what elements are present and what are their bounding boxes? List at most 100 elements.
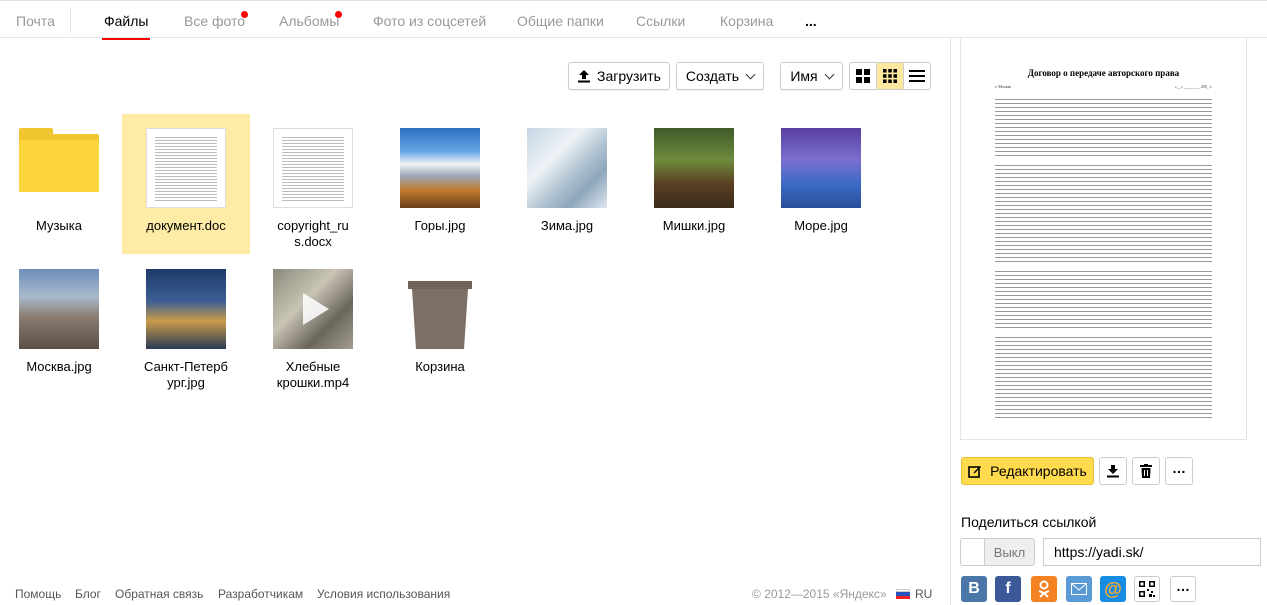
nav-shared-folders-label: Общие папки	[517, 13, 604, 29]
folder-icon	[19, 114, 99, 194]
new-badge-dot	[241, 11, 248, 18]
nav-files-label: Файлы	[104, 13, 149, 29]
preview-text-block	[995, 96, 1212, 156]
edit-icon	[968, 466, 982, 478]
view-list-button[interactable]	[904, 63, 930, 89]
chevron-down-icon	[824, 69, 835, 79]
preview-date-line: «__» ________ 200_ г.	[1174, 84, 1212, 89]
nav-more-label: ...	[805, 13, 817, 29]
nav-social-photos-label: Фото из соцсетей	[373, 13, 487, 29]
play-icon	[303, 293, 329, 325]
file-name: Хлебные крошки.mp4	[276, 359, 350, 390]
file-item-mountains[interactable]: Горы.jpg	[376, 114, 504, 254]
file-name: Море.jpg	[794, 218, 848, 233]
file-item-saint-petersburg[interactable]: Санкт-Петерб ург.jpg	[122, 255, 250, 395]
image-thumbnail	[654, 128, 734, 208]
language-switcher[interactable]: RU	[915, 587, 932, 601]
view-small-tiles-button[interactable]	[877, 63, 904, 89]
nav-trash-label: Корзина	[720, 13, 774, 29]
footer-help-link[interactable]: Помощь	[15, 587, 61, 601]
copyright: © 2012—2015 «Яндекс»	[752, 587, 887, 601]
nav-all-photos[interactable]: Все фото	[184, 11, 248, 29]
file-item-moscow[interactable]: Москва.jpg	[0, 255, 123, 395]
file-name: Мишки.jpg	[662, 218, 726, 233]
file-item-breadcrumbs-video[interactable]: Хлебные крошки.mp4	[249, 255, 377, 395]
small-grid-icon	[883, 69, 897, 83]
preview-doc-title: Договор о передаче авторского права	[1027, 68, 1180, 78]
nav-trash[interactable]: Корзина	[720, 13, 773, 29]
nav-files[interactable]: Файлы	[101, 13, 151, 40]
image-thumbnail	[19, 269, 99, 349]
trash-bin-icon	[400, 269, 480, 349]
more-share-options-button[interactable]: …	[1170, 576, 1196, 602]
footer-developers-link[interactable]: Разработчикам	[218, 587, 303, 601]
qr-icon[interactable]	[1134, 576, 1160, 602]
footer-feedback-link[interactable]: Обратная связь	[115, 587, 203, 601]
footer-blog-link[interactable]: Блог	[75, 587, 101, 601]
new-badge-dot	[335, 11, 342, 18]
file-name: Музыка	[36, 218, 82, 233]
file-name: Зима.jpg	[540, 218, 594, 233]
file-name: Корзина	[415, 359, 465, 374]
top-nav: Почта Файлы Все фото Альбомы Фото из соц…	[0, 0, 1267, 40]
doc-thumbnail	[146, 128, 226, 208]
nav-mail[interactable]: Почта	[16, 13, 55, 29]
edit-button[interactable]: Редактировать	[961, 457, 1094, 485]
nav-shared-folders[interactable]: Общие папки	[517, 13, 604, 29]
file-name: Горы.jpg	[414, 218, 466, 233]
file-item-winter[interactable]: Зима.jpg	[503, 114, 631, 254]
nav-albums[interactable]: Альбомы	[279, 11, 342, 29]
create-button[interactable]: Создать	[676, 62, 764, 90]
toggle-knob	[961, 539, 985, 565]
file-item-folder-music[interactable]: Музыка	[0, 114, 123, 254]
share-toggle[interactable]: Выкл	[960, 538, 1035, 566]
mailru-icon[interactable]: @	[1100, 576, 1126, 602]
file-name: Москва.jpg	[26, 359, 92, 374]
nav-links-label: Ссылки	[636, 13, 686, 29]
delete-button[interactable]	[1132, 457, 1160, 485]
nav-mail-label: Почта	[16, 13, 55, 29]
doc-thumbnail	[273, 128, 353, 208]
share-link-input[interactable]	[1043, 538, 1261, 566]
preview-text-block	[995, 162, 1212, 262]
ellipsis-icon: …	[1176, 578, 1190, 594]
footer-terms-link[interactable]: Условия использования	[317, 587, 450, 601]
file-item-copyright-docx[interactable]: copyright_ru s.docx	[249, 114, 377, 254]
download-button[interactable]	[1099, 457, 1127, 485]
edit-label: Редактировать	[990, 463, 1087, 479]
nav-albums-label: Альбомы	[279, 13, 340, 29]
nav-more[interactable]: ...	[805, 13, 817, 29]
document-preview: Договор о передаче авторского права г. М…	[960, 38, 1247, 440]
upload-label: Загрузить	[597, 68, 661, 84]
file-item-sea[interactable]: Море.jpg	[757, 114, 885, 254]
view-mode-switcher	[849, 62, 931, 90]
upload-button[interactable]: Загрузить	[568, 62, 670, 90]
mail-icon[interactable]	[1066, 576, 1092, 602]
more-actions-button[interactable]: …	[1165, 457, 1193, 485]
file-name: документ.doc	[146, 218, 226, 233]
file-name: Санкт-Петерб ург.jpg	[144, 359, 228, 390]
sort-button[interactable]: Имя	[780, 62, 843, 90]
russia-flag-icon[interactable]	[896, 589, 910, 599]
file-item-bears[interactable]: Мишки.jpg	[630, 114, 758, 254]
chevron-down-icon	[745, 69, 756, 79]
image-thumbnail	[146, 269, 226, 349]
nav-social-photos[interactable]: Фото из соцсетей	[373, 13, 486, 29]
image-thumbnail	[527, 128, 607, 208]
yandex-disk-page: Почта Файлы Все фото Альбомы Фото из соц…	[0, 0, 1267, 605]
view-large-tiles-button[interactable]	[850, 63, 877, 89]
file-name: copyright_ru s.docx	[277, 218, 349, 249]
image-thumbnail	[781, 128, 861, 208]
vk-icon[interactable]: B	[961, 576, 987, 602]
nav-links[interactable]: Ссылки	[636, 13, 685, 29]
preview-text-block	[995, 268, 1212, 328]
odnoklassniki-icon[interactable]	[1031, 576, 1057, 602]
preview-text-block	[995, 334, 1212, 418]
download-icon	[1107, 465, 1119, 478]
file-item-trash[interactable]: Корзина	[376, 255, 504, 395]
ellipsis-icon: …	[1172, 460, 1186, 476]
facebook-icon[interactable]: f	[995, 576, 1021, 602]
large-grid-icon	[856, 69, 870, 83]
video-thumbnail	[273, 269, 353, 349]
file-item-document-doc[interactable]: документ.doc	[122, 114, 250, 254]
